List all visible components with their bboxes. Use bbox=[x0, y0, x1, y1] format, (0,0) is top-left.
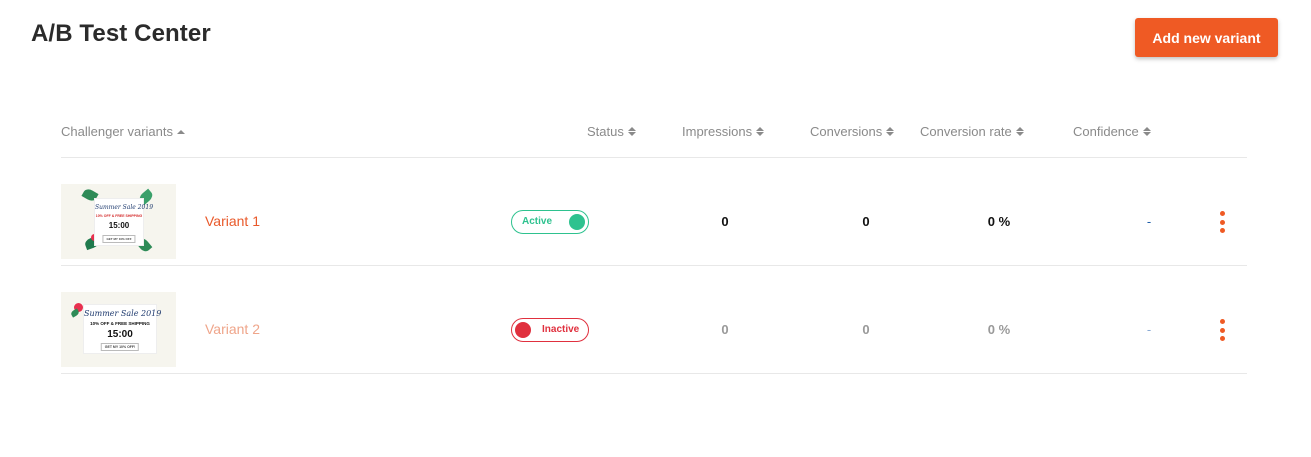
sort-asc-icon bbox=[177, 129, 186, 134]
conversions-value: 0 bbox=[862, 214, 870, 229]
variant-name-link[interactable]: Variant 2 bbox=[205, 321, 260, 337]
conversions-value: 0 bbox=[862, 322, 870, 337]
add-new-variant-button[interactable]: Add new variant bbox=[1135, 18, 1278, 57]
status-toggle[interactable]: Inactive bbox=[511, 318, 589, 342]
table-row: Summer Sale 2019 10% OFF & FREE SHIPPING… bbox=[61, 158, 1247, 266]
impressions-value: 0 bbox=[721, 214, 729, 229]
variant-thumbnail[interactable]: Summer Sale 2019 10% OFF & FREE SHIPPING… bbox=[61, 292, 176, 367]
sort-arrows-icon bbox=[627, 127, 636, 136]
column-header-challenger-variants[interactable]: Challenger variants bbox=[61, 124, 186, 139]
status-toggle[interactable]: Active bbox=[511, 210, 589, 234]
page-title: A/B Test Center bbox=[31, 20, 211, 47]
column-header-conversions[interactable]: Conversions bbox=[810, 124, 895, 139]
column-header-confidence[interactable]: Confidence bbox=[1073, 124, 1151, 139]
confidence-value: - bbox=[1146, 214, 1152, 229]
conversion-rate-value: 0 % bbox=[987, 322, 1011, 337]
impressions-value: 0 bbox=[721, 322, 729, 337]
thumbnail-card: Summer Sale 2019 10% OFF & FREE SHIPPING… bbox=[94, 198, 153, 246]
status-label: Inactive bbox=[542, 324, 580, 335]
thumbnail-card: Summer Sale 2019 10% OFF & FREE SHIPPING… bbox=[83, 304, 161, 354]
status-label: Active bbox=[522, 216, 553, 227]
confidence-value: - bbox=[1146, 322, 1152, 337]
sort-arrows-icon bbox=[1142, 127, 1151, 136]
variant-name-link[interactable]: Variant 1 bbox=[205, 213, 260, 229]
variants-table: Challenger variants Status Impressions C… bbox=[61, 106, 1247, 374]
variant-thumbnail[interactable]: Summer Sale 2019 10% OFF & FREE SHIPPING… bbox=[61, 184, 176, 259]
kebab-menu-icon[interactable] bbox=[1218, 319, 1226, 341]
toggle-knob bbox=[515, 322, 531, 338]
sort-arrows-icon bbox=[886, 127, 895, 136]
column-header-status[interactable]: Status bbox=[587, 124, 636, 139]
sort-arrows-icon bbox=[1015, 127, 1024, 136]
conversion-rate-value: 0 % bbox=[987, 214, 1011, 229]
sort-arrows-icon bbox=[756, 127, 765, 136]
column-header-impressions[interactable]: Impressions bbox=[682, 124, 765, 139]
column-header-conversion-rate[interactable]: Conversion rate bbox=[920, 124, 1024, 139]
kebab-menu-icon[interactable] bbox=[1218, 211, 1226, 233]
table-header: Challenger variants Status Impressions C… bbox=[61, 106, 1247, 158]
toggle-knob bbox=[569, 214, 585, 230]
table-row: Summer Sale 2019 10% OFF & FREE SHIPPING… bbox=[61, 266, 1247, 374]
